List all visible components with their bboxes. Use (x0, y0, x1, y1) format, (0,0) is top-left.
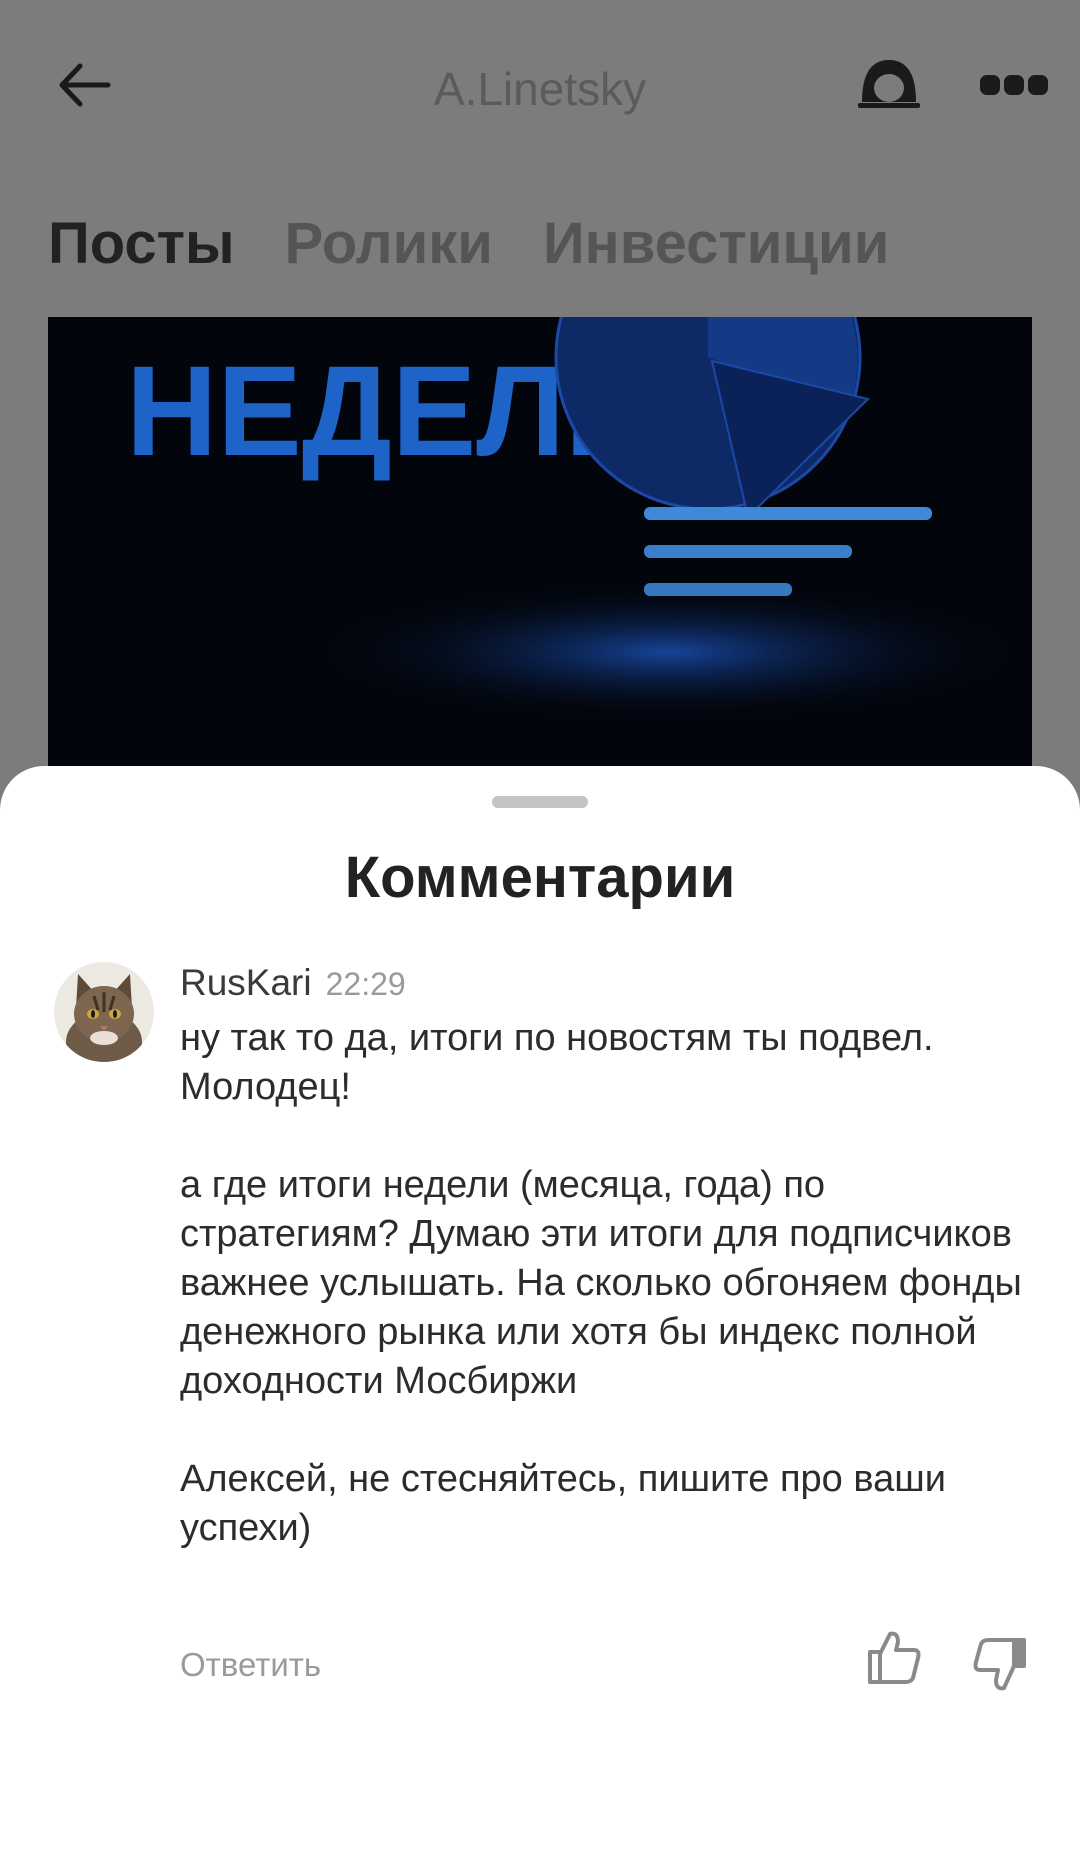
comment-time: 22:29 (325, 966, 406, 1002)
profile-icon (858, 60, 920, 108)
thumbs-up-icon (868, 1631, 921, 1684)
comments-sheet: Комментарии RusKari 22:29 ну так то да, … (0, 766, 1080, 1860)
thumbs-down-icon (973, 1638, 1026, 1691)
comment-text: ну так то да, итоги по новостям ты подве… (180, 1017, 1022, 1549)
comment-header: RusKari 22:29 (180, 962, 406, 1004)
more-dots-icon (980, 75, 1048, 95)
profile-button[interactable] (856, 56, 922, 114)
tab-posts[interactable]: Посты (48, 210, 235, 277)
avatar[interactable] (54, 962, 154, 1062)
tab-investments[interactable]: Инвестиции (543, 210, 889, 277)
top-bar: A.Linetsky (0, 0, 1080, 180)
dislike-button[interactable] (972, 1636, 1028, 1692)
reply-button[interactable]: Ответить (180, 1646, 321, 1684)
post-banner-image[interactable]: НЕДЕЛИ (48, 317, 1032, 777)
sheet-drag-handle[interactable] (492, 796, 588, 808)
tab-videos[interactable]: Ролики (285, 210, 493, 277)
more-button[interactable] (978, 70, 1050, 100)
comment-username[interactable]: RusKari (180, 962, 312, 1004)
comments-title: Комментарии (344, 845, 736, 910)
like-button[interactable] (866, 1628, 924, 1686)
profile-tabs: Посты Ролики Инвестиции (48, 210, 889, 277)
